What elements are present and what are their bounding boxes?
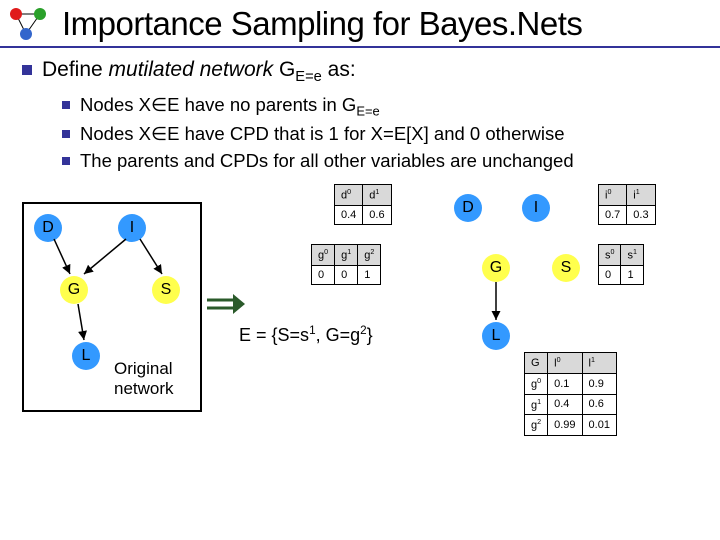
s: 0 (611, 248, 615, 256)
text: network (114, 379, 174, 399)
slide-title: Importance Sampling for Bayes.Nets (62, 5, 582, 43)
cpd-table-I: i0i1 0.70.3 (598, 184, 656, 225)
evidence-set: E = {S=s1, G=g2} (239, 324, 373, 346)
text: G (273, 58, 295, 81)
v: 0.4 (548, 394, 582, 415)
bullet-icon (62, 157, 70, 165)
v: 0 (312, 265, 335, 284)
text: E = {S=s (239, 325, 309, 345)
text: , G=g (316, 325, 361, 345)
s: 1 (591, 356, 595, 364)
content-area: Define mutilated network GE=e as: Nodes … (0, 48, 720, 484)
v: 1 (621, 265, 643, 284)
sub-bullet-list: Nodes X∈E have no parents in GE=e Nodes … (62, 93, 700, 174)
v: 0.01 (582, 415, 616, 436)
text: E have CPD that is 1 for X=E[X] and 0 ot… (167, 123, 564, 144)
v: 0.4 (335, 205, 363, 224)
v: 0.6 (363, 205, 391, 224)
original-network-arrows (22, 202, 202, 402)
s: 0 (557, 356, 561, 364)
diagram-area: D I G S L Original network E = {S=s1, G=… (22, 184, 700, 484)
element-of-icon: ∈ (151, 94, 167, 115)
text: E have no parents in G (167, 94, 356, 115)
mutilated-arrow-GL (482, 254, 522, 334)
s: 0 (347, 188, 351, 196)
v: 0.3 (627, 205, 655, 224)
text: The parents and CPDs for all other varia… (80, 150, 574, 171)
s: 1 (537, 398, 541, 406)
s: 0 (537, 377, 541, 385)
subscript: E=e (295, 69, 322, 85)
s: 1 (633, 248, 637, 256)
v: 0 (599, 265, 621, 284)
s: 1 (347, 248, 351, 256)
transform-arrow-icon (205, 292, 245, 316)
title-bar: Importance Sampling for Bayes.Nets (0, 0, 720, 44)
s: 2 (370, 248, 374, 256)
original-network-label: Original network (114, 359, 174, 398)
v: 1 (358, 265, 381, 284)
node-I: I (522, 194, 550, 222)
s: 1 (636, 188, 640, 196)
main-bullet: Define mutilated network GE=e as: (22, 58, 700, 85)
node-D: D (454, 194, 482, 222)
v: 0 (335, 265, 358, 284)
s: 1 (375, 188, 379, 196)
node-S: S (552, 254, 580, 282)
s: 0 (324, 248, 328, 256)
text: } (367, 325, 373, 345)
mutilated-term: mutilated network (109, 58, 274, 81)
s: 0 (607, 188, 611, 196)
v: 0.99 (548, 415, 582, 436)
bullet-icon (62, 101, 70, 109)
v: 0.1 (548, 373, 582, 394)
bullet-icon (62, 130, 70, 138)
sub-bullet-3: The parents and CPDs for all other varia… (62, 149, 700, 174)
cpd-table-L: Gl0l1 g00.10.9 g10.40.6 g20.990.01 (524, 352, 617, 436)
text: Define (42, 58, 109, 81)
cpd-table-S: s0s1 01 (598, 244, 644, 285)
cpd-table-G: g0g1g2 001 (311, 244, 381, 285)
sub-bullet-2: Nodes X∈E have CPD that is 1 for X=E[X] … (62, 122, 700, 147)
v: 0.9 (582, 373, 616, 394)
h: G (525, 353, 548, 374)
subscript: E=e (356, 104, 379, 119)
text: Nodes X (80, 123, 151, 144)
sub-bullet-1: Nodes X∈E have no parents in GE=e (62, 93, 700, 120)
text: Original (114, 359, 174, 379)
text: as: (322, 58, 356, 81)
v: 0.7 (599, 205, 627, 224)
element-of-icon: ∈ (151, 123, 167, 144)
bullet-icon (22, 65, 32, 75)
v: 0.6 (582, 394, 616, 415)
text: Nodes X (80, 94, 151, 115)
bayes-net-logo-icon (6, 4, 54, 44)
cpd-table-D: d0d1 0.40.6 (334, 184, 392, 225)
s: 2 (537, 418, 541, 426)
